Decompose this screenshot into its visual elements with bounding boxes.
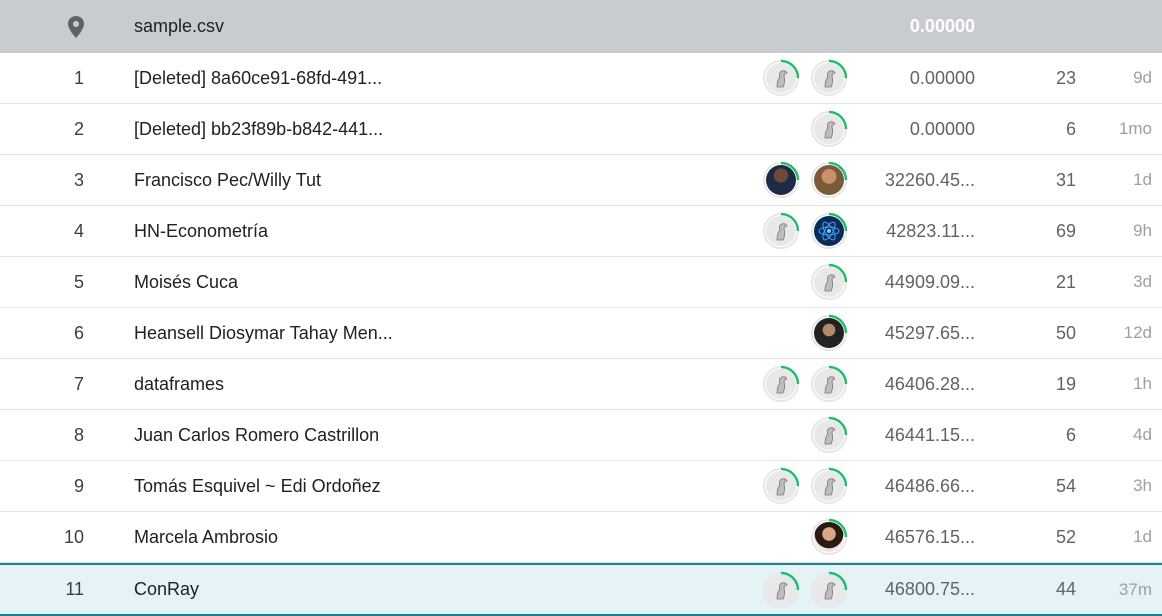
score: 44909.09... <box>884 271 975 292</box>
avatar[interactable] <box>762 571 800 609</box>
avatar[interactable] <box>762 59 800 97</box>
avatar[interactable] <box>810 416 848 454</box>
team-name[interactable]: dataframes <box>134 359 734 409</box>
map-pin-icon <box>60 0 92 53</box>
rank: 9 <box>73 475 84 496</box>
last-submission: 1mo <box>1118 119 1152 138</box>
avatar[interactable] <box>762 467 800 505</box>
score: 46406.28... <box>884 373 975 394</box>
avatar[interactable] <box>810 263 848 301</box>
team-avatars <box>748 206 848 256</box>
entries-count: 31 <box>1055 169 1076 190</box>
avatar[interactable] <box>810 518 848 556</box>
team-name[interactable]: Juan Carlos Romero Castrillon <box>134 410 734 460</box>
team-name[interactable]: Moisés Cuca <box>134 257 734 307</box>
team-avatars <box>748 155 848 205</box>
avatar[interactable] <box>762 161 800 199</box>
score: 46486.66... <box>884 475 975 496</box>
team-avatars <box>748 257 848 307</box>
last-submission: 3h <box>1133 476 1152 495</box>
score: 46576.15... <box>884 526 975 547</box>
rank: 1 <box>73 67 84 88</box>
entries-count: 6 <box>1065 118 1076 139</box>
last-submission: 1h <box>1133 374 1152 393</box>
team-avatars <box>748 308 848 358</box>
last-submission: 3d <box>1133 272 1152 291</box>
avatar[interactable] <box>810 365 848 403</box>
team-avatars <box>748 461 848 511</box>
last-submission: 1d <box>1133 527 1152 546</box>
avatar[interactable] <box>810 161 848 199</box>
last-submission: 4d <box>1133 425 1152 444</box>
table-row[interactable]: 3 Francisco Pec/Willy Tut 32260.45... 31… <box>0 155 1162 206</box>
last-submission: 12d <box>1123 323 1152 342</box>
table-row[interactable]: 10 Marcela Ambrosio 46576.15... 52 1d <box>0 512 1162 563</box>
team-avatars <box>748 359 848 409</box>
header-name: sample.csv <box>134 16 225 36</box>
entries-count: 23 <box>1055 67 1076 88</box>
team-name[interactable]: [Deleted] bb23f89b-b842-441... <box>134 104 734 154</box>
table-row[interactable]: 6 Heansell Diosymar Tahay Men... 45297.6… <box>0 308 1162 359</box>
last-submission: 9h <box>1133 221 1152 240</box>
rank: 7 <box>73 373 84 394</box>
header-score: 0.00000 <box>909 16 975 36</box>
table-row[interactable]: 1 [Deleted] 8a60ce91-68fd-491... 0.00000… <box>0 53 1162 104</box>
table-row[interactable]: 4 HN-Econometría 42823.11... 69 9h <box>0 206 1162 257</box>
rank: 10 <box>63 526 84 547</box>
avatar[interactable] <box>810 314 848 352</box>
score: 42823.11... <box>886 220 975 241</box>
table-row[interactable]: 9 Tomás Esquivel ~ Edi Ordoñez 46486.66.… <box>0 461 1162 512</box>
table-row[interactable]: 8 Juan Carlos Romero Castrillon 46441.15… <box>0 410 1162 461</box>
avatar[interactable] <box>810 212 848 250</box>
rank: 3 <box>73 169 84 190</box>
entries-count: 54 <box>1055 475 1076 496</box>
score: 46441.15... <box>884 424 975 445</box>
rank: 4 <box>73 220 84 241</box>
entries-count: 6 <box>1065 424 1076 445</box>
table-row[interactable]: 2 [Deleted] bb23f89b-b842-441... 0.00000… <box>0 104 1162 155</box>
last-submission: 1d <box>1133 170 1152 189</box>
rank: 5 <box>73 271 84 292</box>
table-row-current-team[interactable]: 11 ConRay 46800.75... 44 37m <box>0 563 1162 616</box>
avatar[interactable] <box>810 571 848 609</box>
score: 0.00000 <box>909 67 975 88</box>
avatar[interactable] <box>762 365 800 403</box>
rank: 8 <box>73 424 84 445</box>
team-avatars <box>748 410 848 460</box>
team-name[interactable]: ConRay <box>134 565 734 614</box>
table-row[interactable]: 5 Moisés Cuca 44909.09... 21 3d <box>0 257 1162 308</box>
entries-count: 50 <box>1055 322 1076 343</box>
team-name[interactable]: Marcela Ambrosio <box>134 512 734 562</box>
score: 46800.75... <box>884 579 975 599</box>
table-row[interactable]: 7 dataframes 46406.28... 19 1h <box>0 359 1162 410</box>
avatar[interactable] <box>810 110 848 148</box>
leaderboard: sample.csv 0.00000 1 [Deleted] 8a60ce91-… <box>0 0 1162 616</box>
team-name[interactable]: Francisco Pec/Willy Tut <box>134 155 734 205</box>
team-name[interactable]: HN-Econometría <box>134 206 734 256</box>
score: 0.00000 <box>909 118 975 139</box>
entries-count: 69 <box>1055 220 1076 241</box>
entries-count: 44 <box>1055 579 1076 599</box>
team-avatars <box>748 565 848 614</box>
leaderboard-header-row: sample.csv 0.00000 <box>0 0 1162 53</box>
entries-count: 19 <box>1055 373 1076 394</box>
entries-count: 52 <box>1055 526 1076 547</box>
team-avatars <box>748 53 848 103</box>
team-name[interactable]: Tomás Esquivel ~ Edi Ordoñez <box>134 461 734 511</box>
rank: 6 <box>73 322 84 343</box>
team-avatars <box>748 104 848 154</box>
last-submission: 37m <box>1118 579 1152 599</box>
team-avatars <box>748 512 848 562</box>
entries-count: 21 <box>1055 271 1076 292</box>
rank: 11 <box>65 579 84 599</box>
avatar[interactable] <box>762 212 800 250</box>
rank: 2 <box>73 118 84 139</box>
score: 45297.65... <box>884 322 975 343</box>
last-submission: 9d <box>1133 68 1152 87</box>
score: 32260.45... <box>884 169 975 190</box>
avatar[interactable] <box>810 467 848 505</box>
avatar[interactable] <box>810 59 848 97</box>
team-name[interactable]: Heansell Diosymar Tahay Men... <box>134 308 734 358</box>
team-name[interactable]: [Deleted] 8a60ce91-68fd-491... <box>134 53 734 103</box>
